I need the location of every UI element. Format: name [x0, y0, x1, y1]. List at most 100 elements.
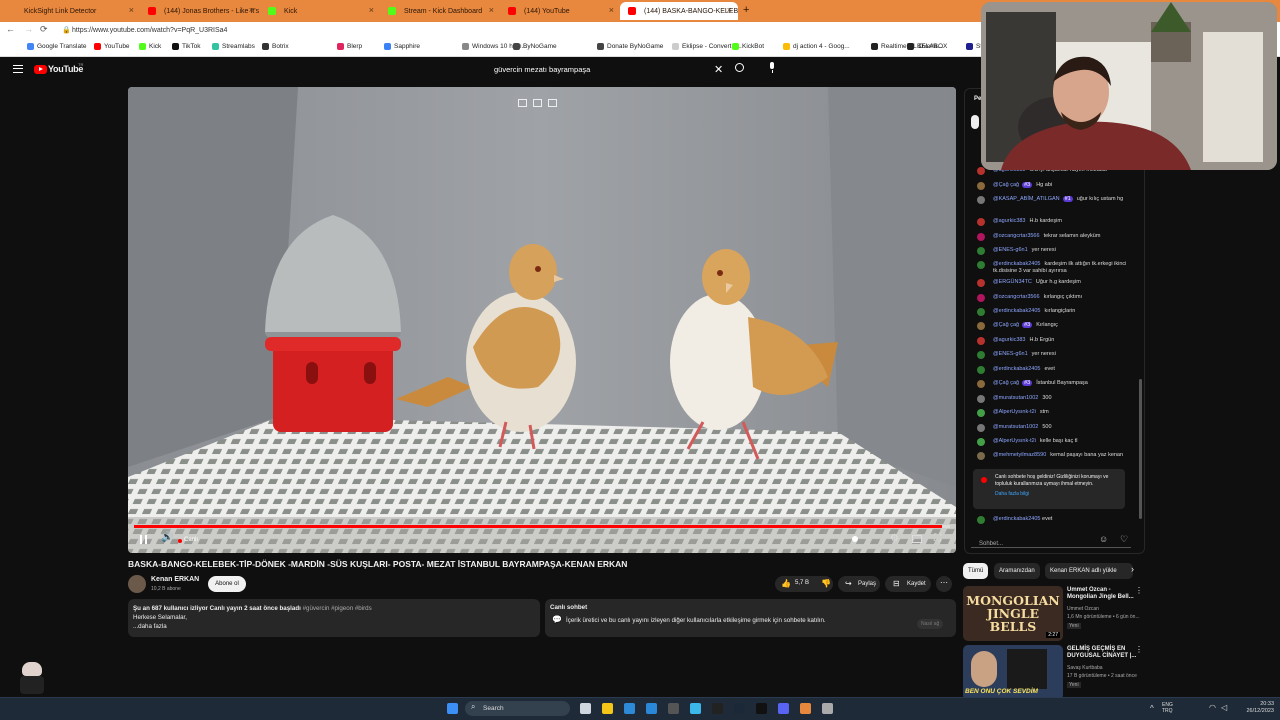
- chat-username[interactable]: @Çağ çağ: [993, 182, 1019, 188]
- live-chat-promo-button[interactable]: Nasıl ağ: [917, 619, 944, 629]
- chat-username[interactable]: @agurkic383: [993, 218, 1026, 224]
- bookmark-item[interactable]: dj action 4 - Goog...: [783, 43, 850, 50]
- tab-close-icon[interactable]: ×: [369, 5, 374, 15]
- chat-username[interactable]: @erdinckabak2405: [993, 308, 1040, 314]
- bookmark-item[interactable]: Streamlabs: [212, 43, 255, 50]
- task-view-icon[interactable]: [580, 703, 591, 714]
- chip-all[interactable]: Tümü: [963, 563, 989, 579]
- language-indicator[interactable]: ENG TRQ: [1162, 702, 1173, 714]
- browser-tab[interactable]: Kick ×: [260, 2, 380, 20]
- tab-close-icon[interactable]: ×: [727, 5, 732, 15]
- pause-icon[interactable]: [140, 535, 147, 544]
- bookmark-item[interactable]: Kick: [139, 43, 161, 50]
- recommendation-item[interactable]: BEN ONU ÇOK SEVDİM GELMİŞ GEÇMİŞ EN DUYG…: [963, 645, 1143, 700]
- github-icon[interactable]: [668, 703, 679, 714]
- bookmark-item[interactable]: ByNoGame: [513, 43, 557, 50]
- file-explorer-icon[interactable]: [602, 703, 613, 714]
- recommendation-item[interactable]: MONGOLIAN JINGLE BELLS 2:27 Ummet Ozcan …: [963, 586, 1143, 641]
- chat-username[interactable]: @Çağ çağ: [993, 380, 1019, 386]
- search-input[interactable]: güvercin mezatı bayrampaşa: [486, 60, 732, 79]
- chat-username[interactable]: @KASAP_ABİM_ATILGAN: [993, 196, 1060, 202]
- recommendation-title[interactable]: GELMİŞ GEÇMİŞ EN DUYGUSAL CİNAYET |...: [1067, 646, 1137, 660]
- obs-icon[interactable]: [712, 703, 723, 714]
- description-more[interactable]: ...daha fazla: [133, 622, 535, 631]
- bookmark-item[interactable]: Google Translate: [27, 43, 87, 50]
- bookmark-item[interactable]: Botrix: [262, 43, 289, 50]
- youtube-logo-icon[interactable]: [34, 65, 47, 74]
- chat-username[interactable]: @erdinckabak2405: [977, 516, 1040, 522]
- browser-tab[interactable]: KickSight Link Detector ×: [0, 2, 140, 20]
- notes-icon[interactable]: [548, 99, 557, 107]
- more-actions-icon[interactable]: ⋯: [936, 576, 952, 592]
- chat-username[interactable]: @ERGÜN34TC: [993, 279, 1032, 285]
- reload-icon[interactable]: ⟳: [40, 24, 48, 35]
- chat-username[interactable]: @ENES-g6n1: [993, 351, 1028, 357]
- bookmark-item[interactable]: Sapphire: [384, 43, 420, 50]
- chat-username[interactable]: @ENES-g6n1: [993, 247, 1028, 253]
- discord-icon[interactable]: [778, 703, 789, 714]
- clock[interactable]: 20:33 26/12/2023: [1238, 701, 1274, 715]
- search-icon[interactable]: [735, 63, 744, 72]
- recommendation-thumbnail[interactable]: BEN ONU ÇOK SEVDİM: [963, 645, 1063, 700]
- bookmark-item[interactable]: YouTube: [94, 43, 130, 50]
- clear-search-icon[interactable]: ✕: [714, 63, 723, 76]
- like-icon[interactable]: 👍: [781, 579, 791, 588]
- chat-username[interactable]: @mehmetyilmaz8590: [993, 452, 1046, 458]
- chat-username[interactable]: @agurkic383: [993, 337, 1026, 343]
- volume-icon[interactable]: 🔊: [161, 532, 173, 543]
- taskbar-search[interactable]: Search: [465, 701, 570, 716]
- chat-username[interactable]: @Çağ çağ: [993, 322, 1019, 328]
- chat-username[interactable]: @AlperUysınk-t2i: [993, 438, 1036, 444]
- notice-link[interactable]: Daha fazla bilgi: [995, 491, 1120, 498]
- speaker-icon[interactable]: ◁: [1221, 703, 1227, 712]
- url-field[interactable]: https://www.youtube.com/watch?v=PqR_U3RI…: [58, 25, 788, 36]
- channel-avatar[interactable]: [128, 575, 146, 593]
- mail-icon[interactable]: [646, 703, 657, 714]
- forward-icon[interactable]: →: [24, 24, 33, 34]
- new-tab-button[interactable]: +: [743, 4, 749, 16]
- chat-username[interactable]: @muratsutan1002: [993, 424, 1038, 430]
- recommendation-title[interactable]: Ummet Ozcan - Mongolian Jingle Bell...: [1067, 587, 1137, 601]
- bookmark-item[interactable]: TikTok: [172, 43, 201, 50]
- recommendation-channel[interactable]: Savaş Kurtbaba: [1067, 665, 1141, 671]
- browser-tab[interactable]: Stream - Kick Dashboard ×: [380, 2, 500, 20]
- bookmark-item[interactable]: BELABOX: [907, 43, 947, 50]
- recommendation-channel[interactable]: Ummet Ozcan: [1067, 606, 1141, 612]
- bookmark-item[interactable]: KickBot: [732, 43, 764, 50]
- bookmark-item[interactable]: Blerp: [337, 43, 362, 50]
- wifi-icon[interactable]: ◠: [1209, 703, 1216, 712]
- progress-track[interactable]: [134, 525, 950, 528]
- heart-icon[interactable]: ♡: [1120, 534, 1128, 545]
- chat-username[interactable]: @ozcangcrtar3566: [993, 233, 1040, 239]
- tab-close-icon[interactable]: ×: [489, 5, 494, 15]
- chip-channel[interactable]: Kenan ERKAN adlı yükle: [1045, 563, 1133, 579]
- chat-username[interactable]: @AlperUysınk-t2i: [993, 409, 1036, 415]
- chrome-icon[interactable]: [800, 703, 811, 714]
- back-icon[interactable]: ←: [6, 24, 15, 34]
- chip-from-search[interactable]: Aramanızdan: [994, 563, 1040, 579]
- tray-up-icon[interactable]: ^: [1150, 704, 1154, 713]
- description-tags[interactable]: #güvercin #pigeon #birds: [303, 605, 372, 612]
- chat-username[interactable]: @erdinckabak2405: [993, 261, 1040, 267]
- chat-username[interactable]: @ozcangcrtar3566: [993, 294, 1040, 300]
- chat-scrollbar[interactable]: [1139, 379, 1142, 519]
- store-icon[interactable]: [624, 703, 635, 714]
- chat-username[interactable]: @muratsutan1002: [993, 395, 1038, 401]
- browser-tab[interactable]: (144) BASKA-BANGO-KELEB ×: [620, 2, 738, 20]
- steam-icon[interactable]: [734, 703, 745, 714]
- bookmark-item[interactable]: Donate ByNoGame: [597, 43, 663, 50]
- settings-gear-icon[interactable]: ⚙: [890, 533, 899, 544]
- calculator-icon[interactable]: [822, 703, 833, 714]
- edge-icon[interactable]: [690, 703, 701, 714]
- description-box[interactable]: Şu an 687 kullanıcı izliyor Canlı yayın …: [128, 599, 540, 637]
- subscribe-button[interactable]: Abone ol: [208, 576, 246, 592]
- menu-icon[interactable]: [13, 65, 23, 73]
- chevron-right-icon[interactable]: ›: [1131, 564, 1134, 574]
- share-button[interactable]: ↪ Paylaş: [838, 576, 880, 592]
- more-options-icon[interactable]: ⋮: [1135, 586, 1143, 595]
- pip-icon[interactable]: [533, 99, 542, 107]
- video-player[interactable]: 🔊 Canlı ⚙ ⛶: [128, 87, 956, 553]
- autoplay-toggle-icon[interactable]: [852, 536, 858, 542]
- emoji-icon[interactable]: ☺: [1099, 534, 1108, 544]
- dislike-icon[interactable]: 👎: [821, 579, 831, 588]
